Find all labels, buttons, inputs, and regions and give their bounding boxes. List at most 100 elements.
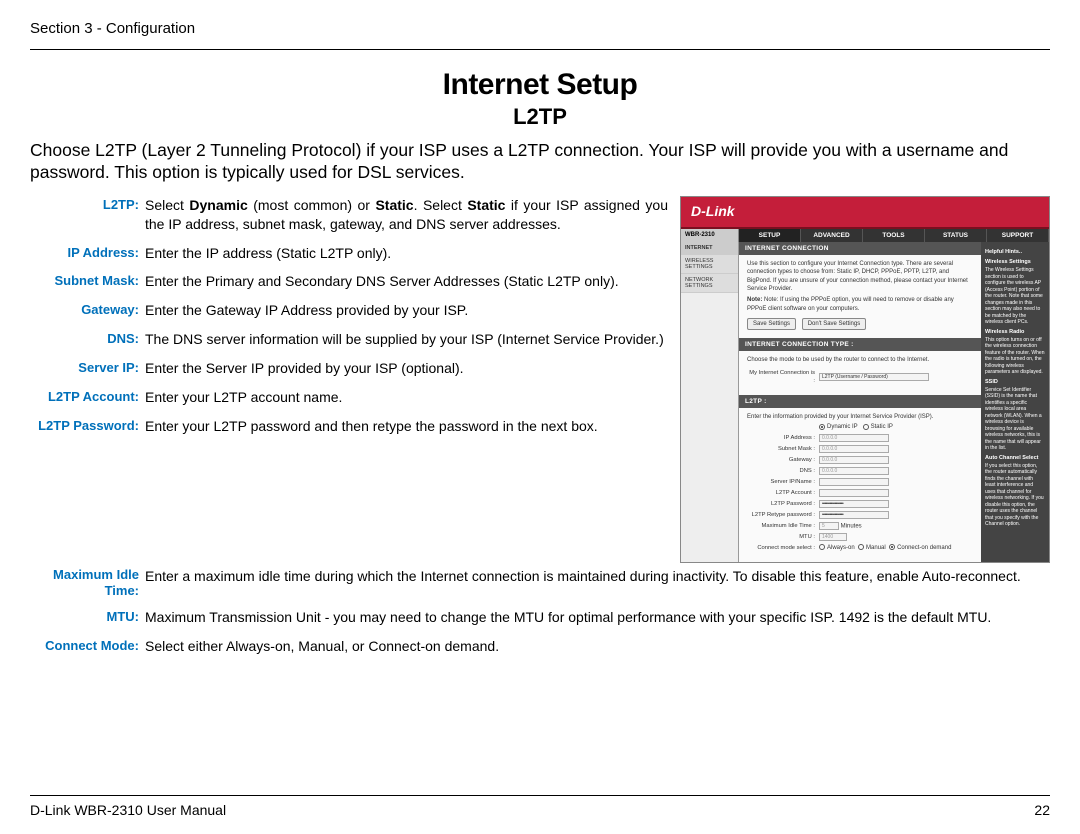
row-srv-label: Server IP/Name : — [747, 478, 819, 486]
definitions-wide: Maximum IdleTime:Enter a maximum idle ti… — [30, 567, 1050, 656]
top-rule — [30, 49, 1050, 50]
def-label-gw: Gateway: — [30, 301, 145, 320]
intro-text: Choose L2TP (Layer 2 Tunneling Protocol)… — [30, 140, 1050, 184]
hint-w4h: Auto Channel Select — [985, 455, 1045, 462]
def-label-dns: DNS: — [30, 330, 145, 349]
radio-on-demand-label: Connect-on demand — [897, 545, 951, 551]
side-network[interactable]: NETWORK SETTINGS — [681, 274, 738, 293]
hint-w4: If you select this option, the router au… — [985, 463, 1044, 528]
hint-w2h: Wireless Radio — [985, 329, 1045, 336]
tab-tools[interactable]: TOOLS — [863, 229, 925, 242]
def-label-acct: L2TP Account: — [30, 388, 145, 407]
def-text-pwd: Enter your L2TP password and then retype… — [145, 417, 668, 436]
router-screenshot: D-Link WBR-2310 SETUP ADVANCED TOOLS STA… — [680, 196, 1050, 563]
router-main: INTERNET CONNECTION Use this section to … — [739, 242, 981, 562]
def-text-gw: Enter the Gateway IP Address provided by… — [145, 301, 668, 320]
row-gw-input[interactable]: 0.0.0.0 — [819, 456, 889, 464]
def-text-srv: Enter the Server IP provided by your ISP… — [145, 359, 668, 378]
side-internet[interactable]: INTERNET — [681, 242, 738, 255]
row-idle-label: Maximum Idle Time : — [747, 522, 819, 530]
router-brand-logo: D-Link — [681, 197, 1049, 229]
row-gw-label: Gateway : — [747, 456, 819, 464]
panel-type-body: Choose the mode to be used by the router… — [739, 351, 981, 395]
conn-desc: Use this section to configure your Inter… — [747, 260, 973, 294]
row-dns-label: DNS : — [747, 467, 819, 475]
def-text-mask: Enter the Primary and Secondary DNS Serv… — [145, 272, 668, 291]
panel-conn-body: Use this section to configure your Inter… — [739, 255, 981, 339]
radio-dynamic-label: Dynamic IP — [827, 424, 858, 430]
row-pwd-input[interactable] — [819, 500, 889, 508]
screenshot-column: D-Link WBR-2310 SETUP ADVANCED TOOLS STA… — [680, 196, 1050, 563]
row-pwd2-input[interactable] — [819, 511, 889, 519]
row-idle-unit: Minutes — [841, 523, 862, 529]
router-hints: Helpful Hints.. Wireless Settings The Wi… — [981, 242, 1049, 562]
row-pwd2-label: L2TP Retype password : — [747, 511, 819, 519]
row-acct-input[interactable] — [819, 489, 889, 497]
row-dns-input[interactable]: 0.0.0.0 — [819, 467, 889, 475]
row-srv-input[interactable] — [819, 478, 889, 486]
section-header: Section 3 - Configuration — [30, 20, 1050, 43]
tab-setup[interactable]: SETUP — [739, 229, 801, 242]
panel-l2tp-header: L2TP : — [739, 395, 981, 408]
router-model: WBR-2310 — [681, 229, 739, 242]
cancel-button[interactable]: Don't Save Settings — [802, 318, 867, 330]
def-text-acct: Enter your L2TP account name. — [145, 388, 668, 407]
row-mtu-label: MTU : — [747, 533, 819, 541]
def-label-srv: Server IP: — [30, 359, 145, 378]
def-label-ip: IP Address: — [30, 244, 145, 263]
conn-type-select[interactable]: L2TP (Username / Password) — [819, 373, 929, 381]
hint-w3: Service Set Identifier (SSID) is the nam… — [985, 387, 1042, 452]
l2tp-desc: Enter the information provided by your I… — [747, 413, 973, 421]
panel-conn-header: INTERNET CONNECTION — [739, 242, 981, 255]
radio-static-label: Static IP — [871, 424, 893, 430]
def-text-mtu: Maximum Transmission Unit - you may need… — [145, 608, 1050, 627]
conn-type-label: My Internet Connection is : — [747, 369, 819, 385]
hint-w3h: SSID — [985, 379, 1045, 386]
def-text-mode: Select either Always-on, Manual, or Conn… — [145, 637, 1050, 656]
panel-l2tp-body: Enter the information provided by your I… — [739, 408, 981, 562]
def-label-mask: Subnet Mask: — [30, 272, 145, 291]
radio-always-label: Always-on — [827, 545, 855, 551]
tab-advanced[interactable]: ADVANCED — [801, 229, 863, 242]
page-footer: D-Link WBR-2310 User Manual 22 — [30, 802, 1050, 818]
def-label-pwd: L2TP Password: — [30, 417, 145, 436]
def-text-ip: Enter the IP address (Static L2TP only). — [145, 244, 668, 263]
page-title: Internet Setup — [30, 68, 1050, 102]
radio-always-on[interactable] — [819, 544, 825, 550]
radio-dynamic-ip[interactable] — [819, 424, 825, 430]
hint-w1h: Wireless Settings — [985, 259, 1045, 266]
router-tabs: WBR-2310 SETUP ADVANCED TOOLS STATUS SUP… — [681, 229, 1049, 242]
page-subtitle: L2TP — [30, 104, 1050, 130]
def-label-mtu: MTU: — [30, 608, 145, 627]
side-wireless[interactable]: WIRELESS SETTINGS — [681, 255, 738, 274]
footer-left: D-Link WBR-2310 User Manual — [30, 802, 226, 818]
save-button[interactable]: Save Settings — [747, 318, 796, 330]
def-label-mode: Connect Mode: — [30, 637, 145, 656]
router-sidebar: INTERNET WIRELESS SETTINGS NETWORK SETTI… — [681, 242, 739, 562]
hints-title: Helpful Hints.. — [985, 249, 1045, 256]
footer-right: 22 — [1034, 802, 1050, 818]
radio-static-ip[interactable] — [863, 424, 869, 430]
radio-on-demand[interactable] — [889, 544, 895, 550]
row-mask-label: Subnet Mask : — [747, 445, 819, 453]
tab-status[interactable]: STATUS — [925, 229, 987, 242]
row-acct-label: L2TP Account : — [747, 489, 819, 497]
def-text-l2tp: Select Dynamic (most common) or Static. … — [145, 196, 668, 234]
tab-support[interactable]: SUPPORT — [987, 229, 1049, 242]
radio-manual[interactable] — [858, 544, 864, 550]
row-mode-label: Connect mode select : — [747, 544, 819, 552]
def-text-idle: Enter a maximum idle time during which t… — [145, 567, 1050, 598]
row-ip-label: IP Address : — [747, 434, 819, 442]
row-idle-input[interactable]: 5 — [819, 522, 839, 530]
row-mtu-input[interactable]: 1400 — [819, 533, 847, 541]
hint-w2: This option turns on or off the wireless… — [985, 337, 1044, 376]
row-pwd-label: L2TP Password : — [747, 500, 819, 508]
def-text-dns: The DNS server information will be suppl… — [145, 330, 668, 349]
def-label-idle: Maximum IdleTime: — [30, 567, 145, 598]
row-mask-input[interactable]: 0.0.0.0 — [819, 445, 889, 453]
panel-type-header: INTERNET CONNECTION TYPE : — [739, 338, 981, 351]
footer-rule — [30, 795, 1050, 796]
row-ip-input[interactable]: 0.0.0.0 — [819, 434, 889, 442]
definitions-narrow: L2TP:Select Dynamic (most common) or Sta… — [30, 196, 668, 563]
conn-note: Note: Note: If using the PPPoE option, y… — [747, 296, 973, 313]
